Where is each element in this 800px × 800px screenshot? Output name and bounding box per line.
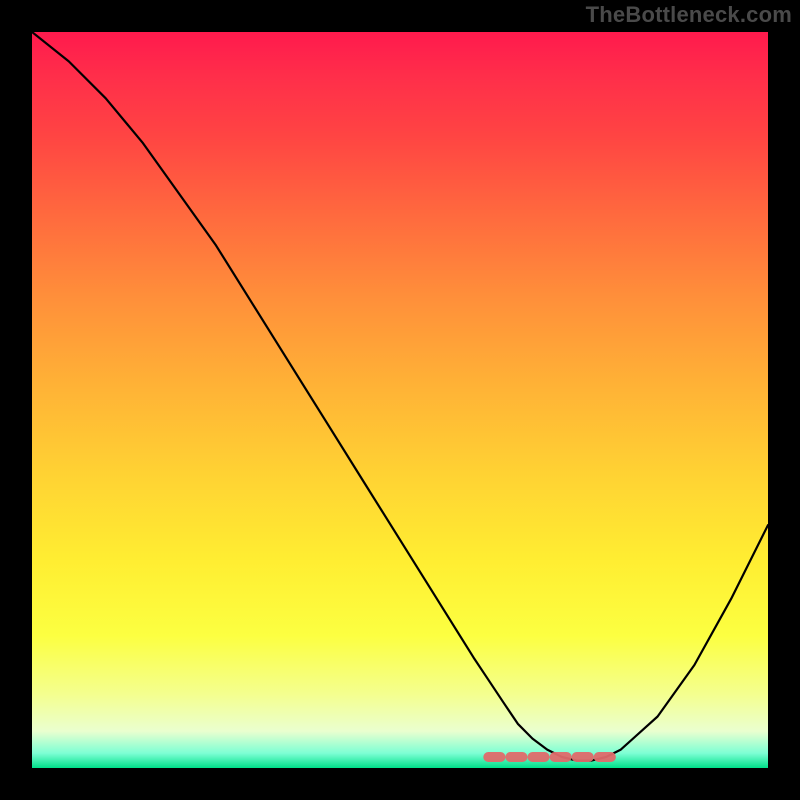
plot-area	[32, 32, 768, 768]
chart-svg	[32, 32, 768, 768]
watermark-text: TheBottleneck.com	[586, 2, 792, 28]
bottleneck-curve-line	[32, 32, 768, 761]
chart-frame: TheBottleneck.com	[0, 0, 800, 800]
